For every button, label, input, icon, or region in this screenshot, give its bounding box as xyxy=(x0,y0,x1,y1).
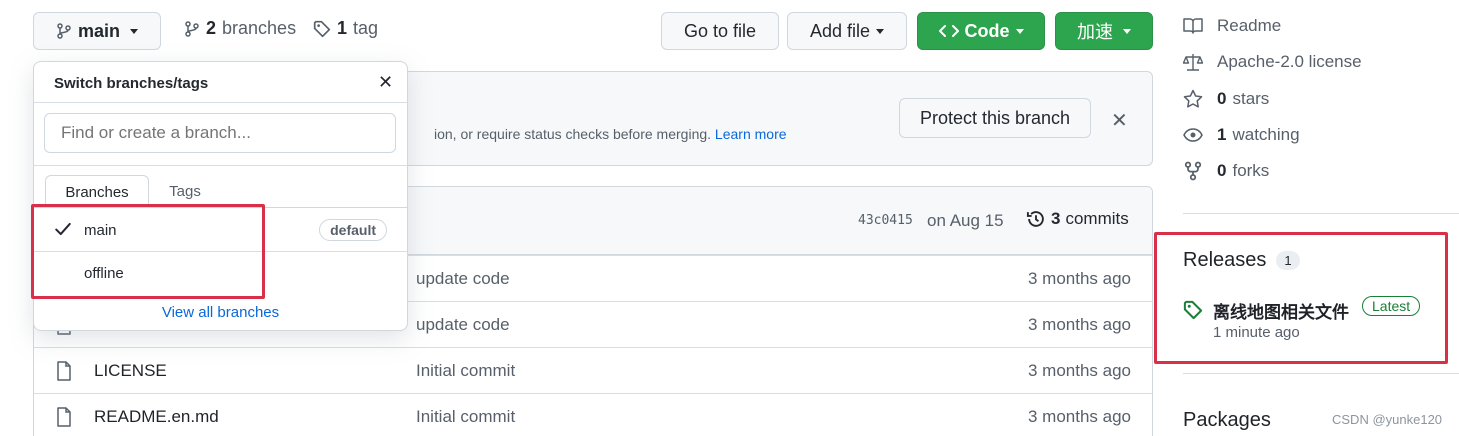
file-age: 3 months ago xyxy=(1027,407,1131,426)
close-icon[interactable]: ✕ xyxy=(378,72,393,93)
commit-date: on Aug 15 xyxy=(927,211,1004,230)
code-label: Code xyxy=(964,20,1010,41)
chevron-down-icon xyxy=(130,28,138,34)
chevron-down-icon xyxy=(876,28,885,34)
watermark-text: CSDN @yunke120 xyxy=(1332,412,1443,427)
commit-message[interactable]: Initial commit xyxy=(416,361,515,381)
tags-link[interactable]: 1 tag xyxy=(313,18,378,39)
learn-more-link[interactable]: Learn more xyxy=(715,126,787,142)
commit-message[interactable]: Initial commit xyxy=(416,407,515,427)
add-file-button[interactable]: Add file xyxy=(787,12,907,50)
annotation-box-branches xyxy=(31,204,265,299)
forks-label: forks xyxy=(1232,161,1270,180)
branches-count: 2 xyxy=(206,18,217,38)
chevron-down-icon xyxy=(1123,28,1131,34)
table-row[interactable]: README.en.md Initial commit 3 months ago xyxy=(34,393,1152,436)
file-age: 3 months ago xyxy=(1027,315,1131,334)
git-branch-icon xyxy=(184,20,200,38)
file-age: 3 months ago xyxy=(1027,361,1131,380)
default-badge: default xyxy=(319,219,387,241)
stars-label: stars xyxy=(1232,89,1270,108)
dropdown-title: Switch branches/tags xyxy=(54,75,209,92)
git-branch-icon xyxy=(56,22,72,40)
annotation-box-releases xyxy=(1154,232,1448,364)
fork-icon xyxy=(1183,161,1203,181)
protect-branch-button[interactable]: Protect this branch xyxy=(899,98,1091,138)
stars-link[interactable]: 0 stars xyxy=(1183,89,1269,109)
go-to-file-button[interactable]: Go to file xyxy=(661,12,779,50)
readme-label: Readme xyxy=(1217,16,1282,35)
license-link[interactable]: Apache-2.0 license xyxy=(1183,52,1362,72)
tags-count: 1 xyxy=(337,18,348,38)
stars-count: 0 xyxy=(1217,89,1227,108)
divider xyxy=(1183,213,1459,214)
book-icon xyxy=(1183,17,1203,35)
tags-label: tag xyxy=(353,18,379,38)
view-all-branches-link[interactable]: View all branches xyxy=(34,304,407,321)
branch-select-label: main xyxy=(77,20,120,41)
chevron-down-icon xyxy=(1015,28,1024,34)
commit-message[interactable]: update code xyxy=(416,315,510,335)
speed-up-button[interactable]: 加速 xyxy=(1055,12,1153,50)
watching-count: 1 xyxy=(1217,125,1227,144)
divider xyxy=(34,102,407,103)
license-label: Apache-2.0 license xyxy=(1217,52,1362,71)
commits-link[interactable]: 3 commits xyxy=(1026,209,1129,229)
branches-label: branches xyxy=(222,18,297,38)
commit-hash[interactable]: 43c0415 xyxy=(858,213,913,228)
readme-link[interactable]: Readme xyxy=(1183,16,1281,36)
forks-link[interactable]: 0 forks xyxy=(1183,161,1269,181)
banner-text: ion, or require status checks before mer… xyxy=(434,126,787,142)
banner-message: ion, or require status checks before mer… xyxy=(434,126,712,142)
watching-link[interactable]: 1 watching xyxy=(1183,125,1300,145)
code-icon xyxy=(938,23,959,39)
commits-label: commits xyxy=(1065,209,1129,228)
watching-label: watching xyxy=(1232,125,1300,144)
packages-heading[interactable]: Packages xyxy=(1183,409,1271,432)
speed-up-label: 加速 xyxy=(1077,22,1113,42)
commits-count: 3 xyxy=(1051,209,1061,228)
eye-icon xyxy=(1183,127,1203,143)
file-name[interactable]: README.en.md xyxy=(94,407,219,427)
go-to-file-label: Go to file xyxy=(683,20,757,41)
star-icon xyxy=(1183,89,1203,109)
add-file-label: Add file xyxy=(809,20,871,41)
file-icon xyxy=(56,407,72,430)
law-icon xyxy=(1183,53,1203,71)
code-button[interactable]: Code xyxy=(917,12,1045,50)
protect-branch-label: Protect this branch xyxy=(919,107,1071,128)
divider xyxy=(34,165,407,166)
tag-icon xyxy=(313,20,331,38)
divider xyxy=(1183,373,1459,374)
branch-search-input[interactable] xyxy=(44,113,396,153)
file-name[interactable]: LICENSE xyxy=(94,361,167,381)
file-age: 3 months ago xyxy=(1027,269,1131,288)
forks-count: 0 xyxy=(1217,161,1227,180)
history-icon xyxy=(1026,209,1046,229)
table-row[interactable]: LICENSE Initial commit 3 months ago xyxy=(34,347,1152,393)
commit-message[interactable]: update code xyxy=(416,269,510,289)
file-icon xyxy=(56,361,72,384)
branch-select-button[interactable]: main xyxy=(33,12,161,50)
close-icon[interactable]: ✕ xyxy=(1111,108,1128,133)
branches-link[interactable]: 2 branches xyxy=(184,18,296,39)
